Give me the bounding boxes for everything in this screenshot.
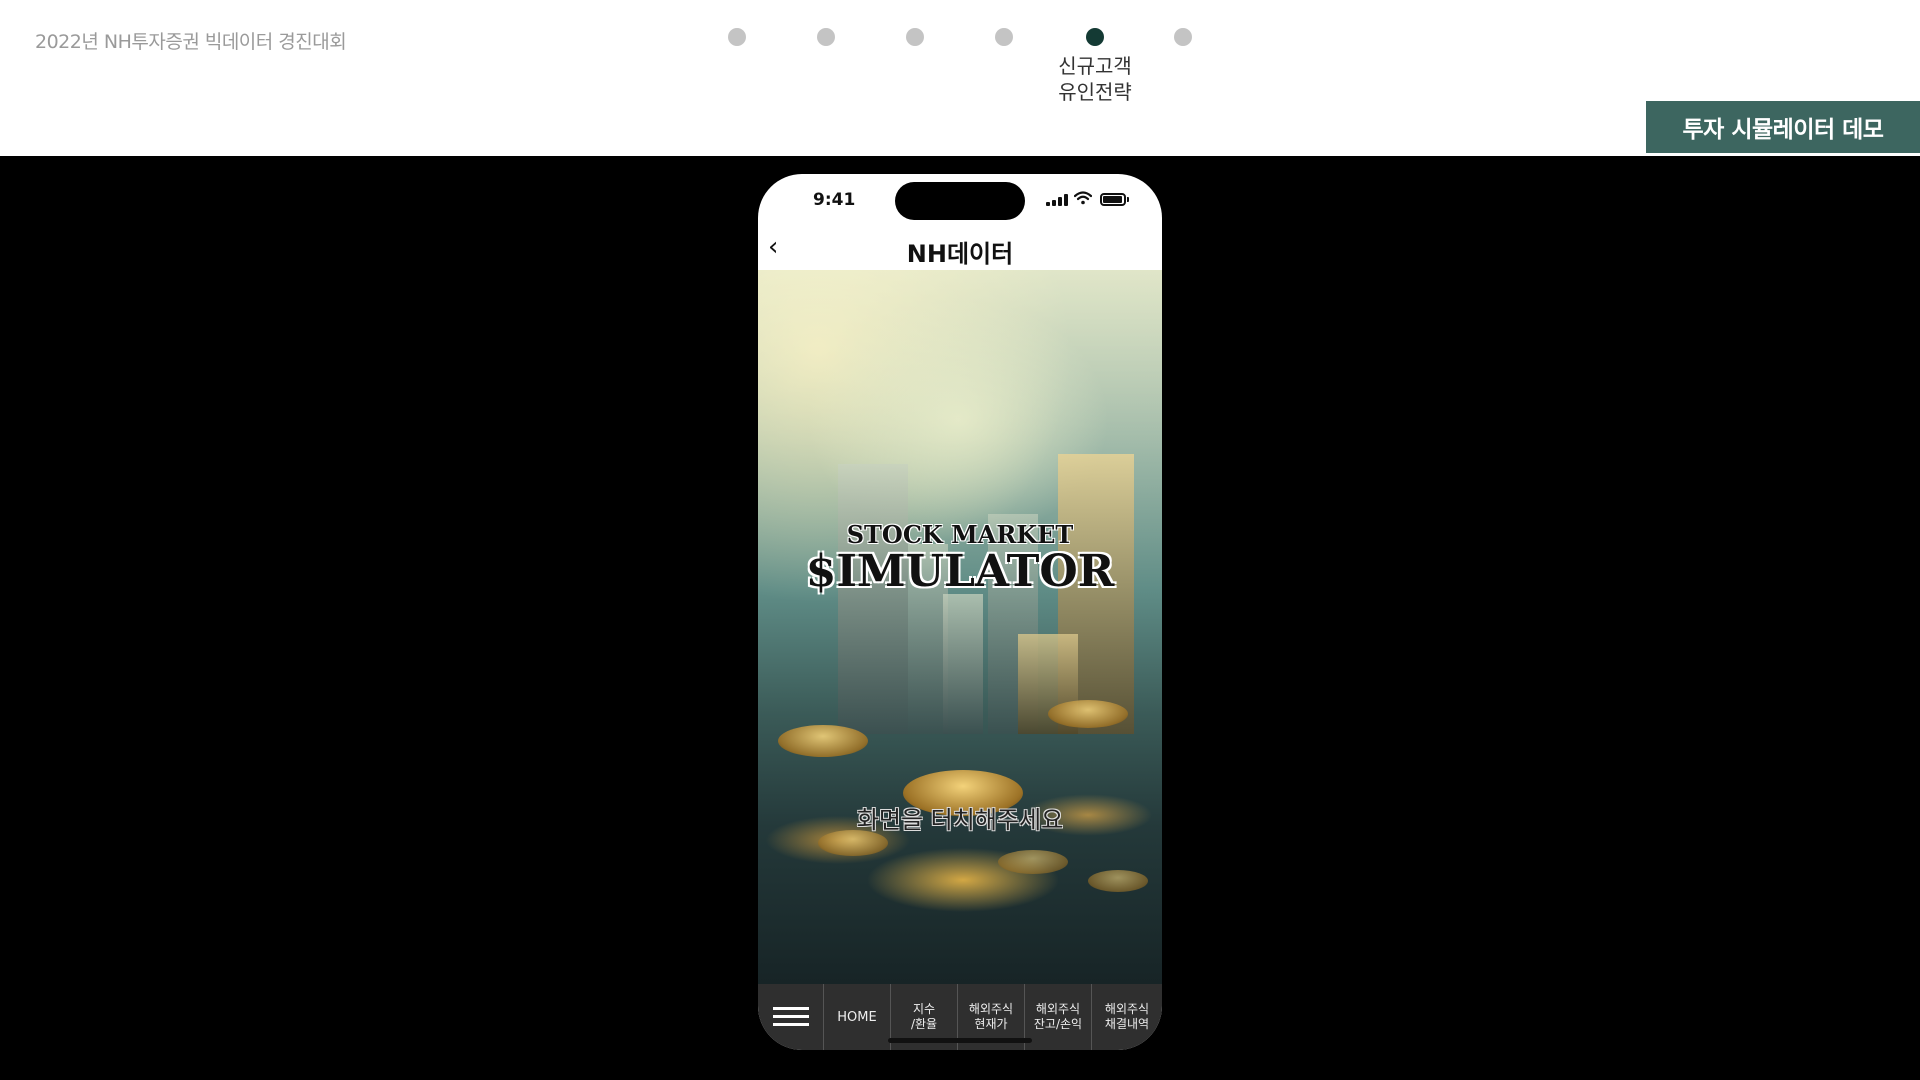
title-simulator: $IMULATOR — [805, 546, 1115, 597]
app-nav-bar: ‹ NH데이터 — [758, 226, 1162, 270]
status-bar: 9:41 — [758, 174, 1162, 226]
status-time: 9:41 — [813, 190, 856, 210]
touch-hint: 화면을 터치해주세요 — [856, 806, 1064, 834]
tab-foreign-stock-balance[interactable]: 해외주식 잔고/손익 — [1025, 984, 1092, 1050]
progress-dot-2[interactable] — [817, 28, 835, 46]
building — [838, 464, 908, 734]
battery-icon — [1100, 193, 1126, 206]
title-stock-market: STOCK MARKET — [846, 520, 1074, 549]
home-indicator — [888, 1038, 1032, 1043]
progress-dot-1[interactable] — [728, 28, 746, 46]
coin — [998, 850, 1068, 874]
coin — [1088, 870, 1148, 892]
cellular-signal-icon — [1046, 194, 1068, 206]
progress-dot-6[interactable] — [1174, 28, 1192, 46]
building — [943, 594, 983, 734]
coin — [778, 725, 868, 757]
progress-dot-4[interactable] — [995, 28, 1013, 46]
progress-dot-3[interactable] — [906, 28, 924, 46]
progress-dot-5-active[interactable] — [1086, 28, 1104, 46]
active-step-label: 신규고객 유인전략 — [1058, 54, 1132, 104]
sky-haze — [758, 270, 1162, 450]
hamburger-menu-icon[interactable] — [758, 984, 824, 1050]
coin — [1048, 700, 1128, 728]
battery-tip — [1127, 197, 1129, 202]
tab-home[interactable]: HOME — [824, 984, 891, 1050]
phone-mockup: 9:41 ‹ NH데이터 STOCK MARKET $IMULATOR 화면을 … — [758, 174, 1162, 1050]
tab-foreign-stock-history[interactable]: 해외주식 채결내역 — [1092, 984, 1162, 1050]
simulator-splash[interactable]: STOCK MARKET $IMULATOR 화면을 터치해주세요 — [758, 270, 1162, 984]
slide-header: 2022년 NH투자증권 빅데이터 경진대회 신규고객 유인전략 투자 시뮬레이… — [0, 0, 1920, 156]
section-progress: 신규고객 유인전략 — [0, 28, 1920, 108]
demo-tag: 투자 시뮬레이터 데모 — [1646, 101, 1920, 153]
app-title: NH데이터 — [906, 240, 1014, 268]
dynamic-island — [895, 182, 1025, 220]
wifi-icon — [1073, 191, 1093, 208]
